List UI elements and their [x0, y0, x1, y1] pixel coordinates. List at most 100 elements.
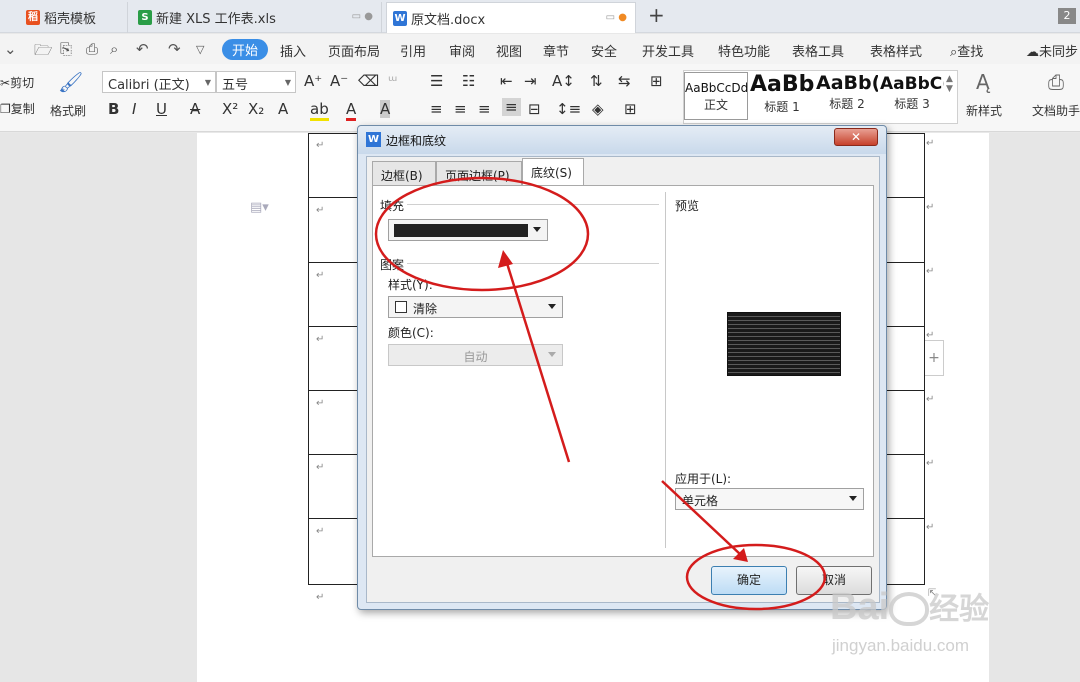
- decrease-indent-icon[interactable]: ⇤: [500, 72, 513, 90]
- doc-helper-button[interactable]: 文档助手: [1032, 102, 1080, 119]
- style-heading-1[interactable]: AaBb 标题 1: [750, 72, 814, 120]
- doc-helper-icon[interactable]: ⎙: [1048, 70, 1064, 94]
- shrink-font-icon[interactable]: A⁻: [330, 72, 348, 90]
- customize-icon[interactable]: ▽: [196, 43, 204, 56]
- shading-bucket-icon[interactable]: ◈: [592, 100, 604, 118]
- close-icon[interactable]: ✕: [834, 128, 878, 146]
- tab-shading[interactable]: 底纹(S): [522, 158, 584, 186]
- copy-icon: ❐: [0, 102, 11, 116]
- window-counter[interactable]: 2: [1058, 8, 1076, 24]
- menu-features[interactable]: 特色功能: [718, 41, 770, 60]
- share-icon[interactable]: ⎘: [60, 40, 72, 58]
- tab-xls[interactable]: S 新建 XLS 工作表.xls ▭ ●: [132, 2, 382, 33]
- clear-format-icon[interactable]: ⌫: [358, 72, 379, 90]
- menu-page-layout[interactable]: 页面布局: [328, 41, 380, 60]
- text-direction-icon[interactable]: A↕: [552, 72, 575, 90]
- char-shading-icon[interactable]: A: [380, 100, 391, 118]
- menu-start[interactable]: 开始: [222, 39, 269, 60]
- text-effect-icon[interactable]: A: [278, 100, 288, 118]
- table-grid-icon[interactable]: ⊞: [650, 72, 663, 90]
- font-size-select[interactable]: 五号 ▼: [216, 71, 296, 93]
- menu-view[interactable]: 视图: [496, 41, 522, 60]
- apply-to-label: 应用于(L):: [675, 472, 732, 486]
- paragraph-mark-icon: ↵: [316, 592, 325, 603]
- undo-icon[interactable]: ↶: [136, 40, 149, 58]
- pattern-style-select[interactable]: 清除: [388, 296, 563, 318]
- close-dot-icon[interactable]: ▭ ●: [352, 11, 373, 22]
- style-normal[interactable]: AaBbCcDd 正文: [684, 72, 748, 120]
- add-column-icon[interactable]: +: [924, 340, 944, 376]
- tab-page-borders[interactable]: 页面边框(P): [436, 161, 522, 185]
- tab-label: 原文档.docx: [411, 12, 486, 28]
- menu-review[interactable]: 审阅: [449, 41, 475, 60]
- italic-icon[interactable]: I: [132, 100, 136, 118]
- numbered-list-icon[interactable]: ☷: [462, 72, 475, 90]
- style-heading-3[interactable]: AaBbC( 标题 3: [880, 72, 944, 120]
- align-right-icon[interactable]: ≡: [478, 100, 491, 118]
- bold-icon[interactable]: B: [108, 100, 119, 118]
- tab-borders[interactable]: 边框(B): [372, 161, 436, 185]
- row-end-mark-icon: ↵: [926, 138, 935, 149]
- open-folder-icon[interactable]: 🗁: [34, 40, 53, 65]
- sync-status[interactable]: ☁未同步: [1026, 41, 1078, 60]
- subscript-icon[interactable]: X₂: [248, 100, 264, 118]
- line-spacing-icon[interactable]: ↕≡: [556, 100, 581, 118]
- print-preview-icon[interactable]: ⌕: [110, 40, 118, 58]
- superscript-icon[interactable]: X²: [222, 100, 238, 118]
- print-icon[interactable]: ⎙: [86, 40, 98, 58]
- copy-button[interactable]: ❐复制: [0, 100, 35, 117]
- search-menu[interactable]: ⌕查找: [950, 41, 983, 60]
- font-name-select[interactable]: Calibri (正文) ▼: [102, 71, 216, 93]
- new-tab-icon[interactable]: +: [648, 3, 665, 27]
- tab-bar: 稻 稻壳模板 S 新建 XLS 工作表.xls ▭ ● W 原文档.docx ▭…: [0, 0, 1080, 33]
- underline-icon[interactable]: U: [156, 100, 167, 118]
- align-left-icon[interactable]: ≡: [430, 100, 443, 118]
- border-icon[interactable]: ⊞: [624, 100, 637, 118]
- redo-icon[interactable]: ↷: [168, 40, 181, 58]
- tab-docer[interactable]: 稻 稻壳模板: [20, 2, 128, 33]
- format-painter-button[interactable]: 格式刷: [50, 102, 86, 119]
- menu-chapter[interactable]: 章节: [543, 41, 569, 60]
- justify-icon[interactable]: ≡: [502, 98, 521, 116]
- grow-font-icon[interactable]: A⁺: [304, 72, 322, 90]
- chevron-down-icon[interactable]: ⌄: [4, 40, 17, 58]
- font-color-icon[interactable]: A: [346, 100, 357, 121]
- menu-table-style[interactable]: 表格样式: [870, 41, 922, 60]
- sort-icon[interactable]: ⇅: [590, 72, 603, 90]
- preview-label: 预览: [675, 199, 700, 213]
- divider: [665, 192, 666, 548]
- increase-indent-icon[interactable]: ⇥: [524, 72, 537, 90]
- menu-developer[interactable]: 开发工具: [642, 41, 694, 60]
- strikethrough-icon[interactable]: A: [190, 100, 200, 118]
- row-end-mark-icon: ↵: [926, 522, 935, 533]
- tab-docx[interactable]: W 原文档.docx ▭ ●: [386, 2, 636, 33]
- gallery-scroll-icon[interactable]: ▲ ▼: [946, 74, 953, 94]
- ok-button[interactable]: 确定: [711, 566, 787, 595]
- cloud-icon: ☁: [1026, 45, 1039, 60]
- distribute-icon[interactable]: ⊟: [528, 100, 541, 118]
- apply-to-select[interactable]: 单元格: [675, 488, 864, 510]
- new-style-button[interactable]: 新样式: [966, 102, 1002, 119]
- format-painter-icon[interactable]: 🖌: [58, 70, 83, 94]
- asian-layout-icon[interactable]: ⇆: [618, 72, 631, 90]
- dialog-titlebar[interactable]: W 边框和底纹 ✕: [358, 126, 886, 154]
- menu-references[interactable]: 引用: [400, 41, 426, 60]
- style-heading-2[interactable]: AaBb( 标题 2: [816, 72, 878, 120]
- new-style-icon[interactable]: Ą: [976, 70, 990, 94]
- pattern-group-label: 图案: [380, 258, 405, 272]
- tab-label: 新建 XLS 工作表.xls: [156, 12, 276, 27]
- fill-color-select[interactable]: [388, 219, 548, 241]
- menu-table-tools[interactable]: 表格工具: [792, 41, 844, 60]
- highlight-icon[interactable]: ab: [310, 100, 329, 121]
- phonetic-icon[interactable]: ᵚ: [388, 72, 397, 90]
- paragraph-menu-icon[interactable]: ▤▾: [250, 200, 269, 215]
- cut-button[interactable]: ✂剪切: [0, 74, 34, 91]
- row-end-mark-icon: ↵: [926, 202, 935, 213]
- menu-insert[interactable]: 插入: [280, 41, 306, 60]
- pattern-color-select[interactable]: 自动: [388, 344, 563, 366]
- align-center-icon[interactable]: ≡: [454, 100, 467, 118]
- paragraph-mark-icon: ↵: [316, 398, 325, 409]
- bullet-list-icon[interactable]: ☰: [430, 72, 443, 90]
- unsaved-dot-icon[interactable]: ▭ ●: [606, 12, 627, 23]
- menu-security[interactable]: 安全: [591, 41, 617, 60]
